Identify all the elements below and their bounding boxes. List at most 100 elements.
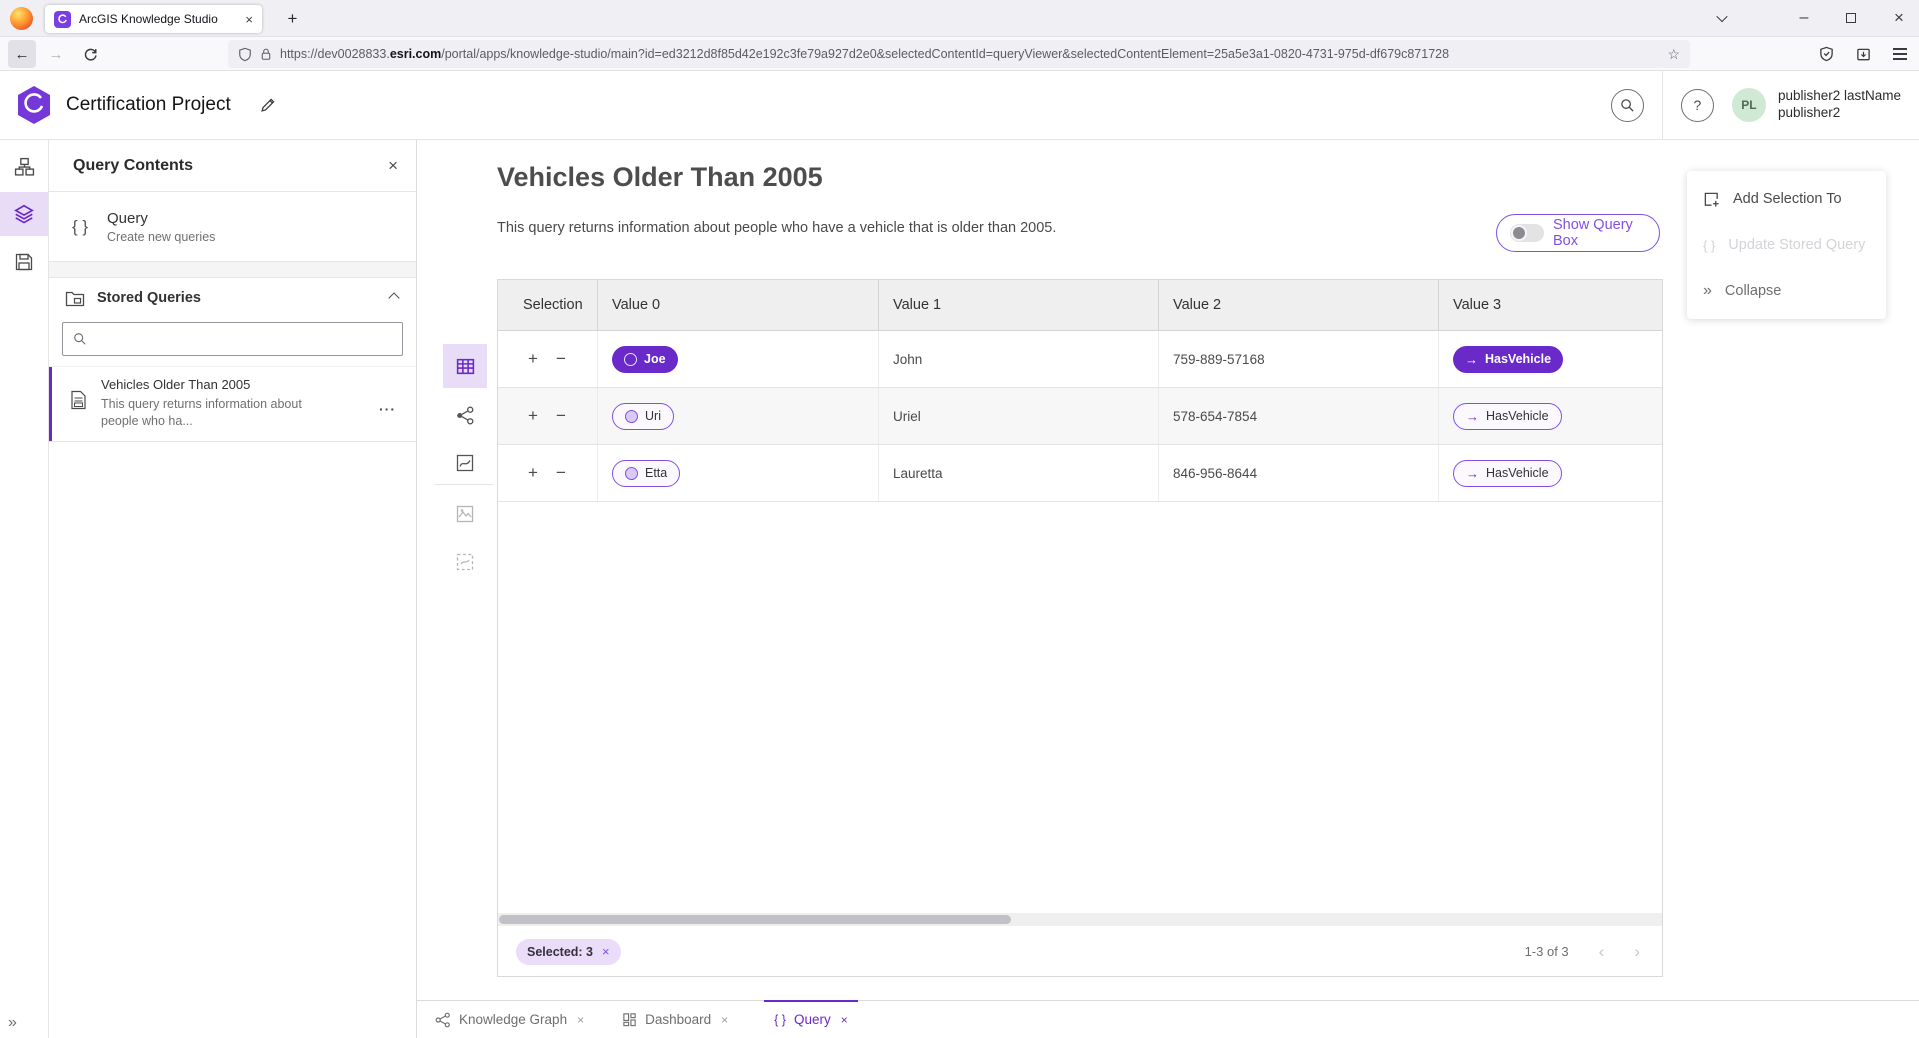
braces-icon: { } (774, 1013, 786, 1027)
pocket-save-icon[interactable] (1819, 46, 1834, 62)
stored-queries-header[interactable]: Stored Queries (49, 278, 416, 318)
avatar[interactable]: PL (1732, 88, 1766, 122)
list-all-tabs-button[interactable] (1702, 0, 1742, 36)
table-row: + − Joe John 759-889-57168 →HasVehicle (498, 331, 1662, 388)
arrow-right-icon: → (1465, 352, 1478, 367)
new-tab-button[interactable]: + (280, 6, 305, 31)
bottom-tab-bar: Knowledge Graph × Dashboard × { } Query … (417, 1000, 1919, 1038)
map-layer-icon (455, 504, 475, 524)
forward-button[interactable]: → (42, 40, 70, 68)
column-header[interactable]: Value 3 (1439, 280, 1662, 330)
browser-tab[interactable]: ArcGIS Knowledge Studio × (45, 5, 262, 33)
entity-pill[interactable]: Joe (612, 346, 678, 373)
tab-close-icon[interactable]: × (721, 1013, 728, 1027)
selected-count-chip[interactable]: Selected: 3 × (516, 939, 621, 965)
toggle-switch[interactable] (1510, 224, 1544, 242)
expand-rail-button[interactable]: » (8, 1014, 17, 1032)
menu-icon[interactable] (1893, 48, 1907, 59)
link-chart-view-button[interactable] (443, 393, 487, 437)
tab-close-icon[interactable]: × (841, 1013, 848, 1027)
value-cell: 759-889-57168 (1159, 331, 1439, 387)
query-item[interactable]: { } Query Create new queries (49, 192, 416, 262)
library-icon[interactable] (1856, 47, 1871, 62)
toggle-knob (1511, 225, 1527, 241)
column-header[interactable]: Value 0 (598, 280, 879, 330)
clear-selection-icon[interactable]: × (602, 944, 610, 959)
back-button[interactable]: ← (8, 40, 36, 68)
scrollbar-thumb[interactable] (499, 915, 1011, 924)
header-right: ? PL publisher2 lastName publisher2 (1611, 71, 1919, 139)
menu-item-label: Update Stored Query (1728, 237, 1865, 253)
previous-page-button[interactable]: ‹ (1599, 942, 1605, 962)
sidebar-item-data-model[interactable] (0, 144, 48, 188)
entity-pill[interactable]: Uri (612, 403, 674, 430)
pencil-icon (259, 96, 277, 114)
edit-project-title-button[interactable] (259, 96, 277, 114)
next-page-button[interactable]: › (1634, 942, 1640, 962)
search-button[interactable] (1611, 89, 1644, 122)
url-text: https://dev0028833.esri.com/portal/apps/… (280, 47, 1659, 61)
map-view-button[interactable] (443, 441, 487, 485)
add-to-selection-button[interactable]: + (528, 463, 538, 483)
column-header[interactable]: Value 1 (879, 280, 1159, 330)
stored-query-item[interactable]: Vehicles Older Than 2005 This query retu… (49, 366, 416, 442)
left-rail: » (0, 140, 49, 1038)
app-header: Certification Project ? PL publisher2 la… (0, 71, 1919, 140)
maximize-button[interactable] (1831, 0, 1871, 36)
add-to-map-button[interactable] (443, 492, 487, 536)
menu-item-add-selection-to[interactable]: Add Selection To (1687, 176, 1886, 222)
remove-from-selection-button[interactable]: − (556, 349, 566, 369)
menu-item-collapse[interactable]: » Collapse (1687, 268, 1886, 314)
add-to-selection-button[interactable]: + (528, 349, 538, 369)
page-title: Vehicles Older Than 2005 (497, 162, 823, 193)
relationship-pill[interactable]: →HasVehicle (1453, 403, 1562, 430)
pagination: 1-3 of 3 ‹ › (1525, 942, 1640, 962)
stored-queries-search[interactable] (62, 322, 403, 356)
sidebar-item-contents[interactable] (0, 192, 48, 236)
panel-close-icon[interactable]: × (388, 156, 398, 176)
menu-item-update-stored-query[interactable]: { } Update Stored Query (1687, 222, 1886, 268)
help-button[interactable]: ? (1681, 89, 1714, 122)
add-to-selection-button[interactable]: + (528, 406, 538, 426)
active-tab-indicator (764, 1000, 858, 1002)
entity-pill[interactable]: Etta (612, 460, 680, 487)
column-header[interactable]: Value 2 (1159, 280, 1439, 330)
remove-from-selection-button[interactable]: − (556, 406, 566, 426)
sidebar-item-save[interactable] (0, 240, 48, 284)
entity-cell: Uri (598, 388, 879, 444)
query-item-subtitle: Create new queries (107, 230, 215, 244)
tab-close-icon[interactable]: × (577, 1013, 584, 1027)
stored-query-options-icon[interactable]: ··· (379, 401, 396, 417)
query-contents-panel: Query Contents × { } Query Create new qu… (49, 140, 417, 1038)
arcgis-favicon-icon (54, 11, 71, 28)
tab-query[interactable]: { } Query × (764, 1001, 858, 1038)
column-header[interactable]: Selection (498, 280, 598, 330)
relationship-pill[interactable]: →HasVehicle (1453, 346, 1563, 373)
stored-query-title: Vehicles Older Than 2005 (101, 377, 329, 392)
reload-icon (83, 47, 98, 62)
show-query-box-label: Show Query Box (1553, 217, 1646, 249)
tab-label: Knowledge Graph (459, 1012, 567, 1027)
table-view-button[interactable] (443, 344, 487, 388)
stored-queries-label: Stored Queries (97, 290, 201, 306)
chevron-up-icon[interactable] (388, 292, 399, 303)
horizontal-scrollbar[interactable] (498, 913, 1662, 926)
url-bar[interactable]: https://dev0028833.esri.com/portal/apps/… (228, 40, 1690, 68)
selection-tool-button[interactable] (443, 540, 487, 584)
tab-knowledge-graph[interactable]: Knowledge Graph × (425, 1001, 594, 1038)
minimize-button[interactable]: – (1784, 0, 1824, 36)
user-info[interactable]: publisher2 lastName publisher2 (1778, 88, 1901, 122)
tab-close-icon[interactable]: × (245, 12, 253, 27)
tab-dashboard[interactable]: Dashboard × (612, 1001, 738, 1038)
reload-button[interactable] (76, 40, 104, 68)
map-icon (455, 453, 475, 473)
bookmark-star-icon[interactable]: ☆ (1667, 46, 1680, 63)
shield-permissions-icon (238, 47, 252, 62)
remove-from-selection-button[interactable]: − (556, 463, 566, 483)
firefox-logo-icon[interactable] (10, 7, 33, 30)
relationship-pill[interactable]: →HasVehicle (1453, 460, 1562, 487)
search-input[interactable] (95, 332, 392, 347)
window-close-button[interactable]: × (1879, 0, 1919, 36)
panel-title: Query Contents (73, 157, 193, 175)
show-query-box-toggle[interactable]: Show Query Box (1496, 214, 1660, 252)
